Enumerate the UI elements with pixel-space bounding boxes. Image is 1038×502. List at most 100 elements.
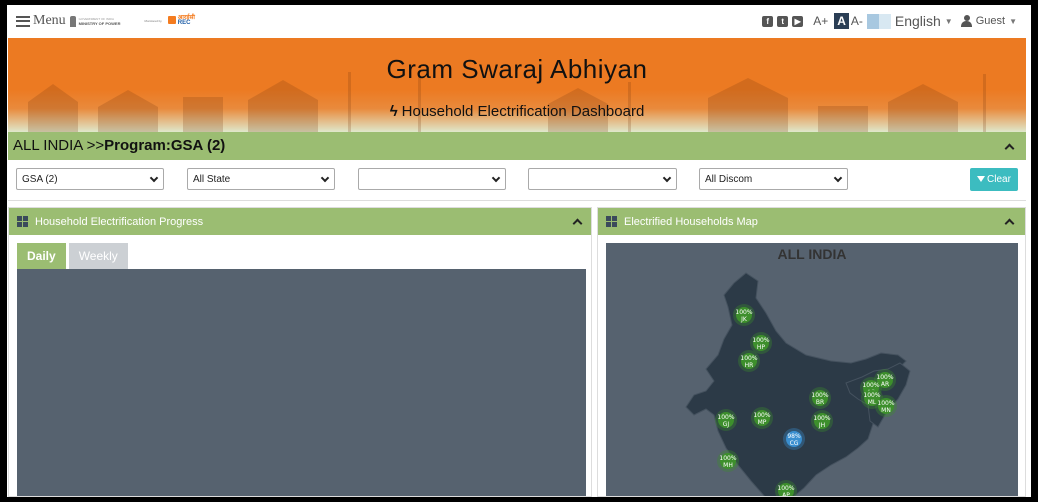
page-title: Gram Swaraj Abhiyan	[386, 54, 648, 84]
program-select-value: GSA (2)	[22, 174, 58, 185]
marker-state-code: JK	[740, 316, 748, 323]
header-banner: Gram Swaraj Abhiyan ϟ Household Electrifi…	[8, 38, 1026, 132]
subtitle-text: Household Electrification Dashboard	[401, 103, 645, 120]
map-marker-hr[interactable]: 100%HR	[738, 350, 760, 372]
user-icon[interactable]	[960, 15, 972, 27]
chevron-down-icon	[662, 173, 672, 183]
map-marker-mp[interactable]: 100%MP	[751, 407, 773, 429]
language-selector[interactable]: English	[895, 13, 941, 29]
map-panel: Electrified Households Map ALL INDIA 100…	[597, 207, 1026, 497]
marker-percent: 100%	[752, 337, 769, 344]
progress-chart-area	[17, 269, 586, 496]
map-marker-jh[interactable]: 100%JH	[811, 410, 833, 432]
map-marker-mn[interactable]: 100%MN	[875, 395, 897, 417]
marker-state-code: MN	[881, 407, 891, 414]
filter-bar: GSA (2) All State All Discom Clear	[8, 161, 1026, 201]
breadcrumb-root[interactable]: ALL INDIA >>	[13, 137, 104, 154]
marker-percent: 100%	[777, 485, 794, 492]
marker-state-code: CG	[790, 440, 799, 447]
map-marker-gj[interactable]: 100%GJ	[715, 409, 737, 431]
marker-percent: 100%	[740, 355, 757, 362]
marker-percent: 100%	[877, 400, 894, 407]
breadcrumb-current: Program:GSA (2)	[104, 137, 226, 154]
user-menu[interactable]: Guest	[976, 15, 1005, 27]
dashboard-window: Menu GOVERNMENT OF INDIA MINISTRY OF POW…	[7, 5, 1031, 497]
top-navbar: Menu GOVERNMENT OF INDIA MINISTRY OF POW…	[7, 5, 1031, 37]
font-normal-button[interactable]: A	[834, 13, 849, 29]
map-marker-hp[interactable]: 100%HP	[750, 332, 772, 354]
tab-daily[interactable]: Daily	[17, 243, 66, 269]
marker-percent: 100%	[876, 374, 893, 381]
breadcrumb-bar: ALL INDIA >>Program:GSA (2)	[8, 132, 1026, 160]
marker-percent: 100%	[863, 392, 880, 399]
font-increase-button[interactable]: A+	[813, 14, 828, 28]
marker-percent: 100%	[717, 414, 734, 421]
discom-select[interactable]: All Discom	[699, 168, 848, 190]
map-marker-mh[interactable]: 100%MH	[717, 450, 739, 472]
state-select[interactable]: All State	[187, 168, 335, 190]
map-panel-header: Electrified Households Map	[598, 208, 1025, 235]
marker-state-code: MH	[723, 462, 733, 469]
menu-label: Menu	[33, 13, 66, 28]
district-select[interactable]	[358, 168, 506, 190]
lightning-bolt-icon: ϟ	[389, 103, 398, 120]
india-map-svg: 100%JK100%HP100%HR100%AR100%AS100%ML100%…	[685, 272, 911, 497]
hamburger-icon	[16, 15, 30, 27]
contrast-toggle[interactable]	[866, 13, 891, 29]
marker-percent: 100%	[753, 412, 770, 419]
national-emblem-icon	[69, 15, 76, 27]
map-marker-br[interactable]: 100%BR	[809, 387, 831, 409]
page-subtitle: ϟ Household Electrification Dashboard	[8, 103, 1026, 120]
marker-percent: 100%	[813, 415, 830, 422]
ministry-line2: MINISTRY OF POWER	[78, 20, 121, 26]
marker-state-code: AP	[782, 492, 790, 497]
india-map[interactable]: ALL INDIA 100%JK100%HP100%HR100%AR100%AS…	[606, 243, 1018, 497]
ministry-of-power-logo: GOVERNMENT OF INDIA MINISTRY OF POWER	[69, 15, 121, 27]
filter-icon	[977, 176, 986, 183]
marker-percent: 100%	[811, 392, 828, 399]
collapse-chevron-up-icon[interactable]	[1004, 142, 1014, 152]
font-decrease-button[interactable]: A-	[851, 14, 863, 28]
marker-state-code: HP	[757, 344, 766, 351]
chevron-down-icon	[320, 173, 330, 183]
progress-panel-title: Household Electrification Progress	[35, 216, 204, 228]
dashboard-grid-icon	[17, 216, 28, 227]
chevron-down-icon[interactable]: ▼	[945, 17, 953, 26]
progress-panel: Household Electrification Progress Daily…	[8, 207, 592, 497]
collapse-chevron-up-icon[interactable]	[1004, 217, 1014, 227]
map-panel-title: Electrified Households Map	[624, 216, 758, 228]
discom-select-value: All Discom	[705, 174, 753, 185]
tab-weekly[interactable]: Weekly	[68, 243, 128, 269]
block-select[interactable]	[528, 168, 677, 190]
marker-state-code: AR	[881, 381, 889, 388]
breadcrumb: ALL INDIA >>Program:GSA (2)	[13, 137, 225, 154]
chevron-down-icon[interactable]: ▼	[1009, 17, 1017, 26]
facebook-icon[interactable]: f	[762, 15, 774, 27]
map-marker-jk[interactable]: 100%JK	[733, 304, 755, 326]
chevron-down-icon	[833, 173, 843, 183]
chevron-down-icon	[149, 173, 159, 183]
marker-state-code: BR	[816, 399, 824, 406]
state-select-value: All State	[193, 174, 231, 185]
rec-logo-text: REC	[177, 20, 191, 26]
progress-tabs: Daily Weekly	[17, 243, 131, 269]
twitter-icon[interactable]: t	[777, 15, 789, 27]
progress-panel-header: Household Electrification Progress	[9, 208, 591, 235]
clear-button-label: Clear	[987, 174, 1011, 185]
marker-state-code: HR	[745, 362, 754, 369]
menu-button[interactable]: Menu	[16, 13, 66, 29]
dashboard-grid-icon	[606, 216, 617, 227]
marker-state-code: JH	[818, 422, 825, 429]
map-marker-cg[interactable]: 98%CG	[783, 428, 805, 450]
marker-percent: 100%	[719, 455, 736, 462]
monitored-by-text: Monitored by	[144, 19, 162, 23]
clear-filters-button[interactable]: Clear	[970, 168, 1018, 191]
marker-percent: 100%	[735, 309, 752, 316]
marker-state-code: MP	[758, 419, 767, 426]
program-select[interactable]: GSA (2)	[16, 168, 164, 190]
marker-state-code: GJ	[723, 421, 730, 428]
youtube-icon[interactable]: ▶	[792, 15, 804, 27]
collapse-chevron-up-icon[interactable]	[572, 217, 582, 227]
chevron-down-icon	[491, 173, 501, 183]
marker-percent: 98%	[787, 433, 801, 440]
